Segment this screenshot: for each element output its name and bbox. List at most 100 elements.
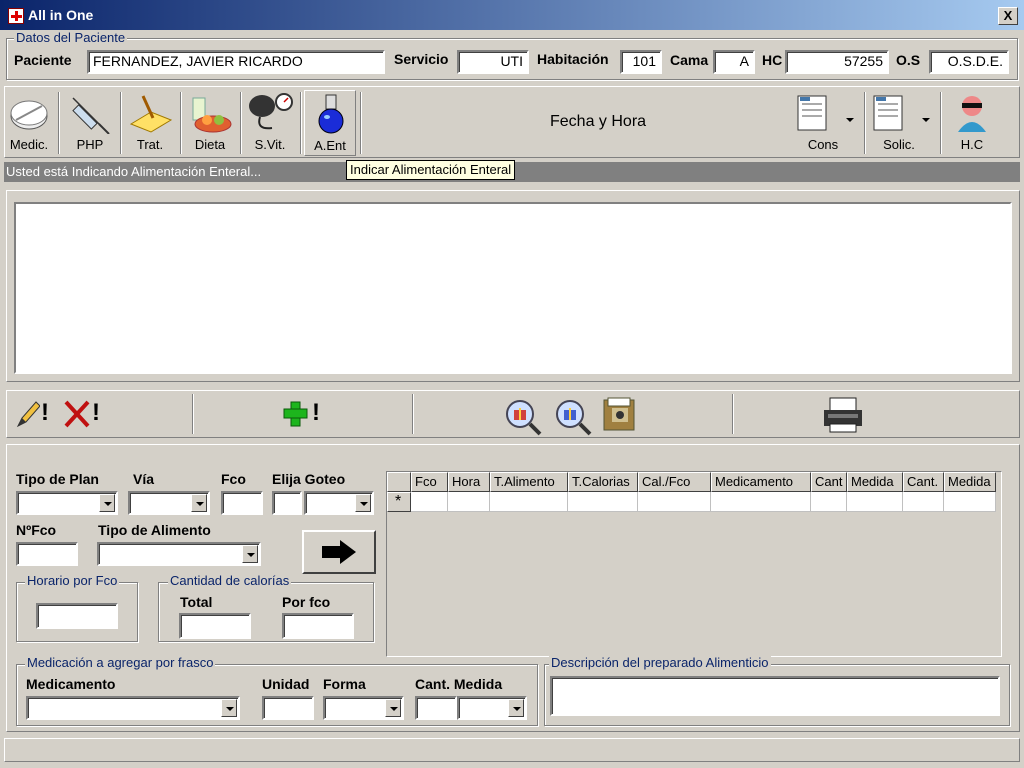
- php-button[interactable]: PHP: [64, 90, 116, 154]
- grid-cell[interactable]: [944, 492, 996, 512]
- next-button[interactable]: [302, 530, 376, 574]
- chevron-down-icon[interactable]: [355, 494, 371, 512]
- toolbar-separator: [940, 92, 942, 154]
- goteo-field[interactable]: [272, 491, 302, 515]
- trat-label: Trat.: [136, 137, 164, 152]
- search-gift-icon: [506, 400, 542, 436]
- fco-label: Fco: [221, 471, 246, 487]
- grid-col-cant2[interactable]: Cant.: [903, 472, 944, 492]
- medicamento-label: Medicamento: [26, 676, 116, 692]
- print-button[interactable]: [820, 396, 866, 434]
- elija-goteo-label: Elija Goteo: [272, 471, 346, 487]
- solic-label: Solic.: [883, 137, 915, 152]
- grid-cell[interactable]: [711, 492, 811, 512]
- aent-button[interactable]: A.Ent: [304, 90, 356, 156]
- grid-col-medida2[interactable]: Medida: [944, 472, 996, 492]
- dieta-button[interactable]: Dieta: [184, 90, 236, 154]
- os-field[interactable]: O.S.D.E.: [929, 50, 1009, 74]
- grid-cell[interactable]: [490, 492, 568, 512]
- search-gift-button[interactable]: [504, 398, 544, 436]
- chevron-down-icon[interactable]: [508, 699, 524, 717]
- forma-select[interactable]: [323, 696, 404, 720]
- grid-col-fco[interactable]: Fco: [411, 472, 448, 492]
- hc-button[interactable]: H.C: [946, 90, 998, 154]
- via-select[interactable]: [128, 491, 210, 515]
- fco-field[interactable]: [221, 491, 263, 515]
- edit-button[interactable]: !: [16, 398, 56, 430]
- medicamento-select[interactable]: [26, 696, 240, 720]
- search-button[interactable]: [554, 398, 594, 436]
- total-label: Total: [180, 594, 213, 610]
- medic-button[interactable]: Medic.: [6, 90, 52, 154]
- por-fco-field[interactable]: [282, 613, 354, 639]
- solic-button[interactable]: Solic.: [866, 90, 932, 154]
- servicio-label: Servicio: [394, 51, 449, 67]
- delete-button[interactable]: !: [62, 398, 106, 430]
- tipo-plan-select[interactable]: [16, 491, 118, 515]
- grid-cell[interactable]: [638, 492, 711, 512]
- cons-button[interactable]: Cons: [790, 90, 856, 154]
- svit-label: S.Vit.: [254, 137, 286, 152]
- description-legend: Descripción del preparado Alimenticio: [549, 655, 771, 670]
- medication-legend: Medicación a agregar por frasco: [25, 655, 216, 670]
- paciente-label: Paciente: [14, 52, 72, 68]
- grid-cell[interactable]: [448, 492, 490, 512]
- x-icon: [64, 400, 90, 428]
- nfco-field[interactable]: [16, 542, 78, 566]
- action-separator: [192, 394, 194, 434]
- grid-cell[interactable]: [568, 492, 638, 512]
- grid-col-cant[interactable]: Cant: [811, 472, 847, 492]
- servicio-field[interactable]: UTI: [457, 50, 529, 74]
- paciente-field[interactable]: FERNANDEZ, JAVIER RICARDO: [87, 50, 385, 74]
- chevron-down-icon[interactable]: [221, 699, 237, 717]
- grid-cell[interactable]: [411, 492, 448, 512]
- medida-select[interactable]: [457, 696, 527, 720]
- grid-col-medicamento[interactable]: Medicamento: [711, 472, 811, 492]
- horario-field[interactable]: [36, 603, 118, 629]
- close-button[interactable]: X: [998, 7, 1018, 25]
- tipo-alimento-select[interactable]: [97, 542, 261, 566]
- medic-label: Medic.: [9, 137, 49, 152]
- cama-field[interactable]: A: [713, 50, 755, 74]
- unidad-label: Unidad: [262, 676, 310, 692]
- add-exclaim: !: [312, 399, 320, 426]
- hc-button-label: H.C: [960, 137, 984, 152]
- grid-col-t-alimento[interactable]: T.Alimento: [490, 472, 568, 492]
- solic-dropdown-icon[interactable]: [922, 118, 930, 122]
- os-label: O.S: [896, 52, 921, 68]
- action-separator: [732, 394, 734, 434]
- grid-col-t-calorias[interactable]: T.Calorias: [568, 472, 638, 492]
- app-icon: [8, 8, 24, 24]
- bottom-status-strip: [4, 738, 1020, 762]
- chevron-down-icon[interactable]: [242, 545, 258, 563]
- total-field[interactable]: [179, 613, 251, 639]
- grid-col-cal-fco[interactable]: Cal./Fco: [638, 472, 711, 492]
- chevron-down-icon[interactable]: [385, 699, 401, 717]
- aent-label: A.Ent: [314, 138, 346, 153]
- cama-label: Cama: [670, 52, 709, 68]
- forma-label: Forma: [323, 676, 366, 692]
- folder-button[interactable]: [602, 396, 642, 434]
- svit-button[interactable]: S.Vit.: [244, 90, 296, 154]
- grid-col-hora[interactable]: Hora: [448, 472, 490, 492]
- search-icon: [556, 400, 592, 436]
- habitacion-field[interactable]: 101: [620, 50, 662, 74]
- hc-field[interactable]: 57255: [785, 50, 889, 74]
- cons-dropdown-icon[interactable]: [846, 118, 854, 122]
- cant-field[interactable]: [415, 696, 457, 720]
- chevron-down-icon[interactable]: [191, 494, 207, 512]
- chevron-down-icon[interactable]: [99, 494, 115, 512]
- unidad-field[interactable]: [262, 696, 314, 720]
- habitacion-label: Habitación: [537, 51, 609, 67]
- description-field[interactable]: [550, 676, 1000, 716]
- content-textarea[interactable]: [14, 202, 1012, 374]
- grid-cell[interactable]: [903, 492, 944, 512]
- grid-col-medida[interactable]: Medida: [847, 472, 903, 492]
- add-button[interactable]: !: [282, 398, 326, 430]
- cons-label: Cons: [807, 137, 839, 152]
- toolbar-separator: [58, 92, 60, 154]
- grid-cell[interactable]: [811, 492, 847, 512]
- trat-button[interactable]: Trat.: [124, 90, 176, 154]
- goteo-select[interactable]: [304, 491, 374, 515]
- grid-cell[interactable]: [847, 492, 903, 512]
